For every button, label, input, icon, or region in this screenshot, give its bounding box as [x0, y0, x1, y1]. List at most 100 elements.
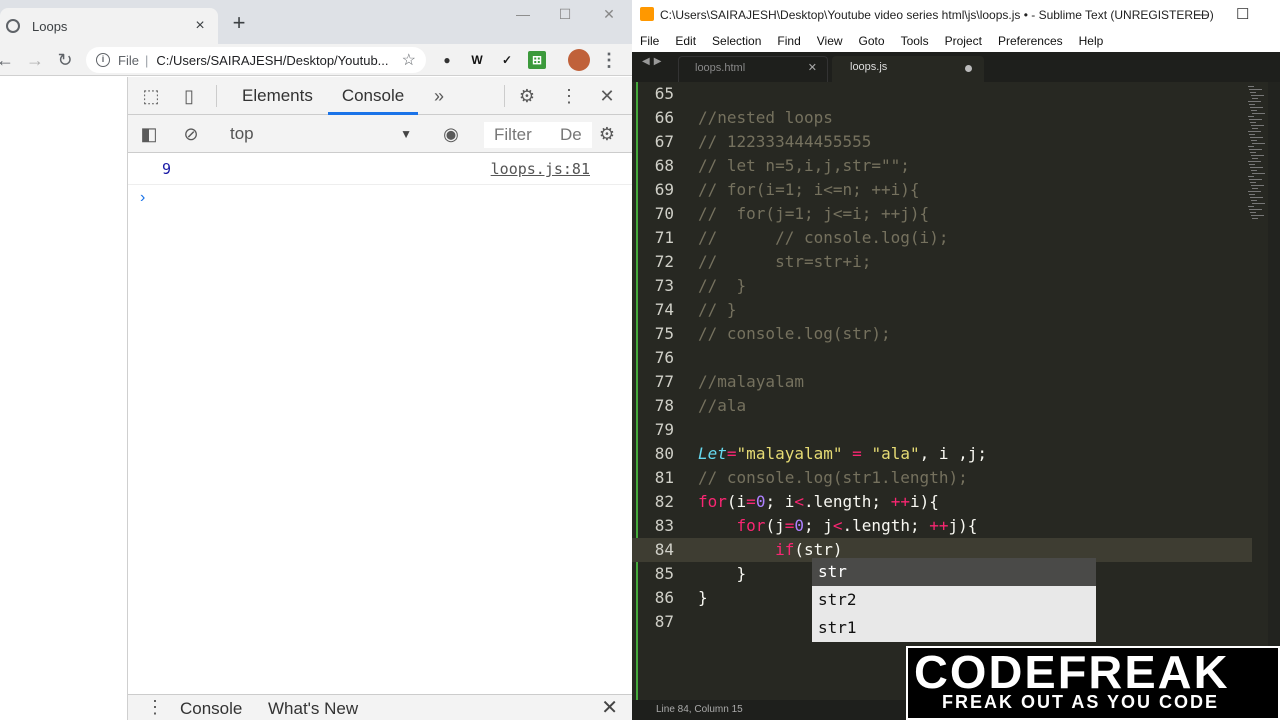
- menu-view[interactable]: View: [817, 34, 843, 48]
- code-text[interactable]: }: [698, 586, 708, 610]
- code-line[interactable]: 73 // }: [632, 274, 1252, 298]
- close-tab-icon[interactable]: ✕: [808, 57, 817, 79]
- autocomplete-item[interactable]: str2: [812, 586, 1096, 614]
- code-text[interactable]: // console.log(str1.length);: [698, 466, 968, 490]
- tab-loops-js[interactable]: loops.js: [832, 56, 984, 82]
- code-line[interactable]: 68 // let n=5,i,j,str="";: [632, 154, 1252, 178]
- extension-icon-3[interactable]: ✓: [498, 51, 516, 69]
- menu-find[interactable]: Find: [777, 34, 800, 48]
- address-bar[interactable]: i File | C:/Users/SAIRAJESH/Desktop/Yout…: [86, 47, 426, 73]
- code-line[interactable]: 79: [632, 418, 1252, 442]
- maximize-button[interactable]: ☐: [554, 6, 576, 23]
- extension-icon-4[interactable]: ⊞: [528, 51, 546, 69]
- context-select[interactable]: top ▼: [220, 121, 420, 147]
- wikipedia-extension-icon[interactable]: W: [468, 51, 486, 69]
- browser-tab[interactable]: Loops ×: [0, 8, 218, 44]
- menu-goto[interactable]: Goto: [859, 34, 885, 48]
- menu-edit[interactable]: Edit: [675, 34, 696, 48]
- drawer-tab-console[interactable]: Console: [180, 699, 242, 719]
- code-line[interactable]: 74 // }: [632, 298, 1252, 322]
- reload-icon[interactable]: ↻: [54, 49, 76, 71]
- code-text[interactable]: // for(i=1; i<=n; ++i){: [698, 178, 920, 202]
- new-tab-button[interactable]: +: [228, 12, 250, 34]
- code-line[interactable]: 71 // // console.log(i);: [632, 226, 1252, 250]
- code-line[interactable]: 80 Let="malayalam" = "ala", i ,j;: [632, 442, 1252, 466]
- minimap-line: [1250, 212, 1256, 213]
- code-editor[interactable]: 65 66//nested loops 67// 122333444455555 68…: [632, 82, 1280, 700]
- code-line[interactable]: 76: [632, 346, 1252, 370]
- menu-tools[interactable]: Tools: [901, 34, 929, 48]
- code-text[interactable]: //ala: [698, 394, 746, 418]
- code-text[interactable]: // let n=5,i,j,str="";: [698, 154, 910, 178]
- code-line[interactable]: 75 // console.log(str);: [632, 322, 1252, 346]
- code-text[interactable]: //malayalam: [698, 370, 804, 394]
- menu-project[interactable]: Project: [945, 34, 982, 48]
- forward-arrow-icon[interactable]: →: [24, 49, 46, 71]
- code-line[interactable]: 65: [632, 82, 1252, 106]
- clear-console-icon[interactable]: ⊘: [180, 123, 202, 145]
- live-expression-eye-icon[interactable]: ◉: [440, 123, 462, 145]
- settings-gear-icon[interactable]: ⚙: [516, 85, 538, 107]
- chrome-menu-icon[interactable]: ⋮: [600, 50, 618, 70]
- log-levels-select[interactable]: De: [552, 122, 592, 148]
- code-line[interactable]: 77 //malayalam: [632, 370, 1252, 394]
- drawer-tab-whats-new[interactable]: What's New: [268, 699, 358, 719]
- code-line[interactable]: 72 // str=str+i;: [632, 250, 1252, 274]
- url-text[interactable]: C:/Users/SAIRAJESH/Desktop/Youtub...: [156, 53, 388, 68]
- code-line[interactable]: 69 // for(i=1; i<=n; ++i){: [632, 178, 1252, 202]
- console-settings-gear-icon[interactable]: ⚙: [596, 123, 618, 145]
- close-window-button[interactable]: ✕: [598, 6, 620, 23]
- sublime-minimize-button[interactable]: —: [1194, 0, 1209, 30]
- code-text[interactable]: // for(j=1; j<=i; ++j){: [698, 202, 929, 226]
- code-text[interactable]: for(i=0; i<.length; ++i){: [698, 490, 939, 514]
- device-toolbar-icon[interactable]: ▯: [178, 85, 200, 107]
- code-text[interactable]: //nested loops: [698, 106, 833, 130]
- autocomplete-item[interactable]: str: [812, 558, 1096, 586]
- code-line[interactable]: 70 // for(j=1; j<=i; ++j){: [632, 202, 1252, 226]
- console-prompt[interactable]: ›: [140, 189, 145, 207]
- menu-preferences[interactable]: Preferences: [998, 34, 1063, 48]
- code-line[interactable]: 82 for(i=0; i<.length; ++i){: [632, 490, 1252, 514]
- close-drawer-icon[interactable]: ✕: [601, 695, 618, 720]
- bookmark-star-icon[interactable]: ☆: [402, 50, 416, 70]
- code-text[interactable]: // }: [698, 274, 746, 298]
- sublime-maximize-button[interactable]: ☐: [1236, 0, 1249, 30]
- tab-console[interactable]: Console: [328, 77, 418, 115]
- code-line[interactable]: 83 for(j=0; j<.length; ++j){: [632, 514, 1252, 538]
- code-text[interactable]: for(j=0; j<.length; ++j){: [698, 514, 978, 538]
- info-icon[interactable]: i: [96, 53, 110, 67]
- menu-selection[interactable]: Selection: [712, 34, 761, 48]
- drawer-menu-icon[interactable]: ⋮: [146, 697, 164, 718]
- code-text[interactable]: // 122333444455555: [698, 130, 871, 154]
- more-tabs-icon[interactable]: »: [428, 85, 450, 107]
- tab-scroll-arrows-icon[interactable]: ◀▶: [642, 56, 665, 67]
- minimize-button[interactable]: —: [512, 6, 534, 22]
- code-text[interactable]: Let="malayalam" = "ala", i ,j;: [698, 442, 987, 466]
- sidebar-toggle-icon[interactable]: ◧: [138, 123, 160, 145]
- code-text[interactable]: // // console.log(i);: [698, 226, 948, 250]
- menu-file[interactable]: File: [640, 34, 659, 48]
- inspect-element-icon[interactable]: ⬚: [140, 85, 162, 107]
- console-source-link[interactable]: loops.js:81: [491, 160, 590, 178]
- close-devtools-icon[interactable]: ✕: [596, 85, 618, 107]
- extension-icon-1[interactable]: ●: [438, 51, 456, 69]
- filter-input[interactable]: Filter: [484, 122, 552, 148]
- tab-elements[interactable]: Elements: [242, 77, 313, 115]
- code-text[interactable]: }: [698, 562, 747, 586]
- unsaved-dot-icon[interactable]: [965, 65, 972, 72]
- code-line[interactable]: 81 // console.log(str1.length);: [632, 466, 1252, 490]
- editor-scrollbar[interactable]: [1268, 82, 1280, 700]
- code-text[interactable]: // }: [698, 298, 737, 322]
- code-line[interactable]: 78 //ala: [632, 394, 1252, 418]
- profile-avatar[interactable]: [568, 49, 590, 71]
- more-options-icon[interactable]: ⋮: [558, 85, 580, 107]
- code-line[interactable]: 66 //nested loops: [632, 106, 1252, 130]
- autocomplete-item[interactable]: str1: [812, 614, 1096, 642]
- code-text[interactable]: // console.log(str);: [698, 322, 891, 346]
- close-tab-icon[interactable]: ×: [190, 17, 210, 35]
- code-line[interactable]: 67 // 122333444455555: [632, 130, 1252, 154]
- code-text[interactable]: // str=str+i;: [698, 250, 871, 274]
- back-arrow-icon[interactable]: ←: [0, 49, 16, 71]
- menu-help[interactable]: Help: [1079, 34, 1104, 48]
- tab-loops-html[interactable]: loops.html ✕: [678, 56, 828, 82]
